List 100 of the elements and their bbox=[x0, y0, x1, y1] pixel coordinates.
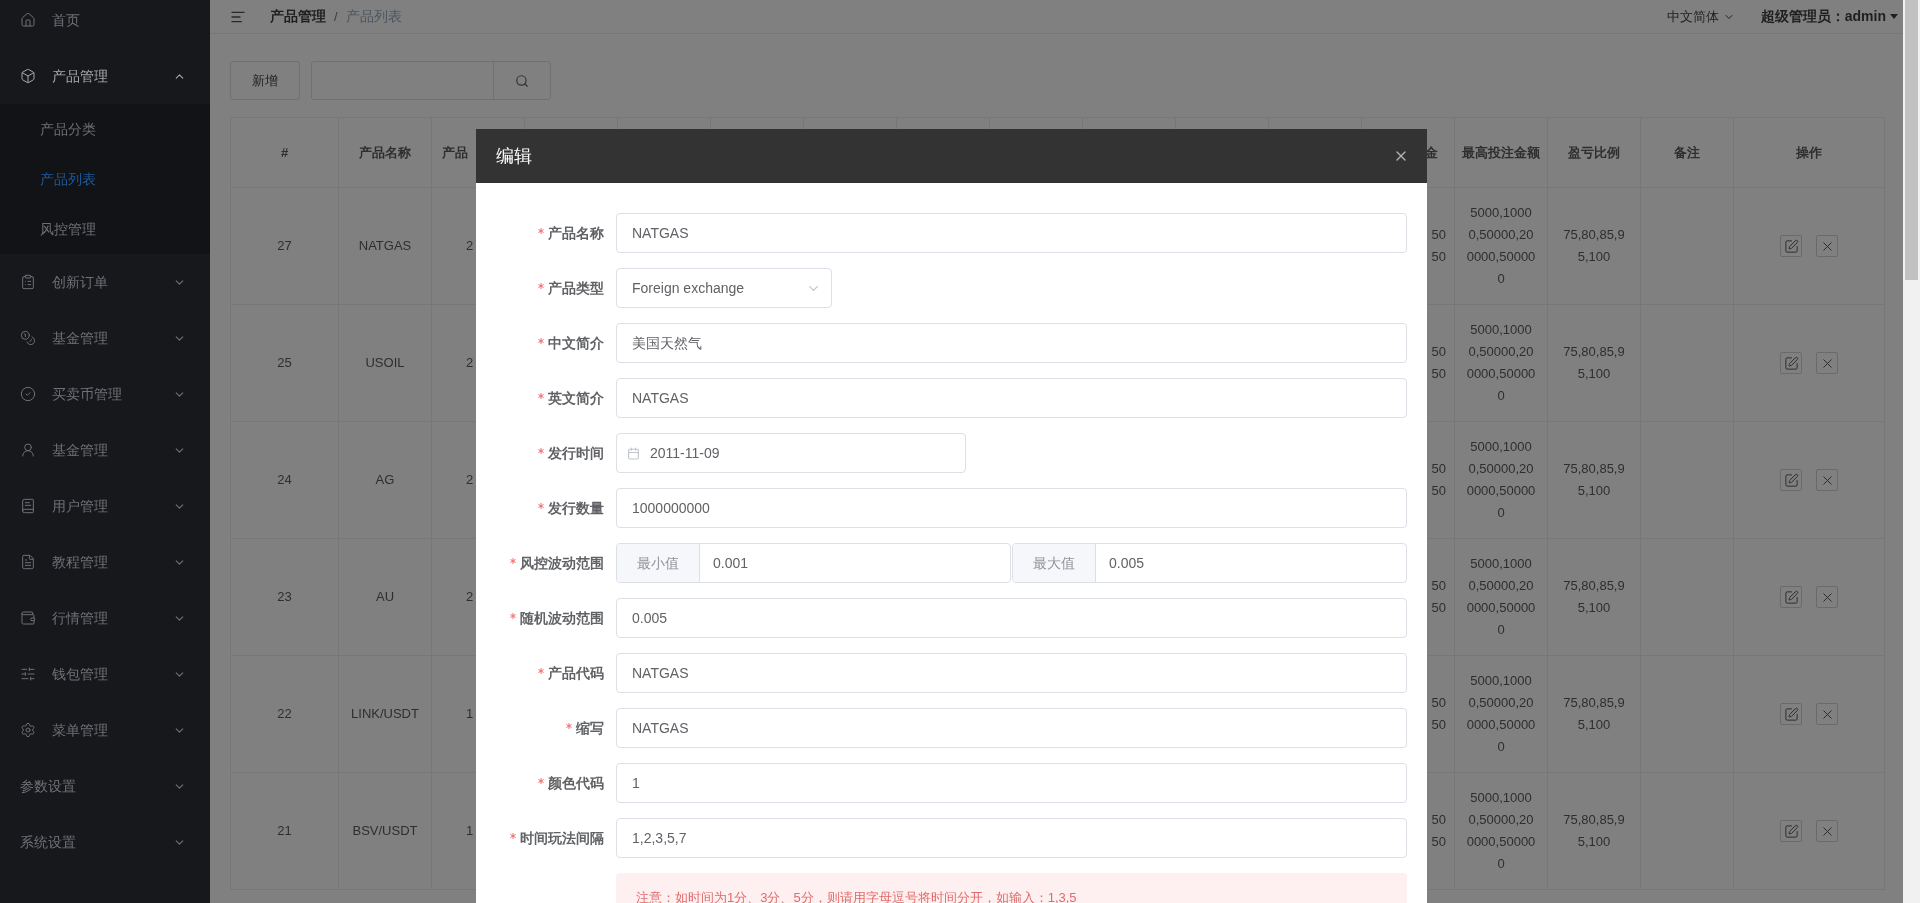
document-icon bbox=[20, 554, 36, 570]
edit-button[interactable] bbox=[1780, 352, 1802, 374]
table-cell-text: 75,80,85,95,100 bbox=[1562, 343, 1626, 383]
select-input[interactable]: Foreign exchange bbox=[616, 268, 832, 308]
column-header: 产品名称 bbox=[358, 143, 412, 162]
edit-icon bbox=[1783, 706, 1799, 722]
sidebar-item[interactable]: 教程管理 bbox=[0, 534, 210, 590]
table-cell-text: LINK/USDT bbox=[350, 705, 420, 724]
column-header: 最高投注金额 bbox=[1461, 143, 1541, 162]
table-cell-text: 50 bbox=[1431, 577, 1446, 595]
table-cell-text: 2 bbox=[466, 237, 474, 256]
input-prefix: 最大值 bbox=[1013, 544, 1096, 582]
table-cell-text: 50 bbox=[1431, 343, 1446, 361]
delete-button[interactable] bbox=[1816, 586, 1838, 608]
add-button[interactable]: 新增 bbox=[230, 61, 300, 100]
table-cell-text: AG bbox=[374, 471, 396, 490]
caret-down-icon bbox=[1890, 14, 1898, 19]
field-label: 产品代码 bbox=[548, 663, 604, 683]
table-cell-text: 2 bbox=[466, 354, 474, 373]
text-input[interactable]: NATGAS bbox=[616, 213, 1407, 253]
sidebar-item[interactable]: 用户管理 bbox=[0, 478, 210, 534]
edit-button[interactable] bbox=[1780, 820, 1802, 842]
field-label: 发行数量 bbox=[548, 498, 604, 518]
min-input[interactable]: 最小值 0.001 bbox=[616, 543, 1011, 583]
sidebar-item[interactable]: 基金管理 bbox=[0, 310, 210, 366]
edit-icon bbox=[1783, 589, 1799, 605]
table-cell-text: 50 bbox=[1431, 460, 1446, 478]
table-cell-text: 50 bbox=[1431, 365, 1446, 383]
edit-icon bbox=[1783, 238, 1799, 254]
table-cell-text: 50 bbox=[1431, 811, 1446, 829]
table-cell-text: 2 bbox=[466, 471, 474, 490]
edit-button[interactable] bbox=[1780, 469, 1802, 491]
text-input[interactable]: 0.005 bbox=[616, 598, 1407, 638]
text-input[interactable]: NATGAS bbox=[616, 378, 1407, 418]
sidebar-item[interactable]: 首页 bbox=[0, 0, 210, 48]
column-header: 备注 bbox=[1673, 143, 1701, 162]
delete-button[interactable] bbox=[1816, 352, 1838, 374]
language-dropdown[interactable]: 中文简体 bbox=[1666, 6, 1735, 27]
edit-icon bbox=[1783, 472, 1799, 488]
text-input[interactable]: NATGAS bbox=[616, 708, 1407, 748]
sidebar-subitem[interactable]: 产品列表 bbox=[0, 154, 210, 204]
sidebar-item[interactable]: 买卖币管理 bbox=[0, 366, 210, 422]
table-cell-text: 50 bbox=[1431, 226, 1446, 244]
text-input[interactable]: NATGAS bbox=[616, 653, 1407, 693]
max-input[interactable]: 最大值 0.005 bbox=[1012, 543, 1407, 583]
sidebar-item[interactable]: 系统设置 bbox=[0, 814, 210, 870]
edit-button[interactable] bbox=[1780, 235, 1802, 257]
calendar-icon bbox=[627, 446, 640, 460]
delete-button[interactable] bbox=[1816, 235, 1838, 257]
delete-button[interactable] bbox=[1816, 469, 1838, 491]
delete-button[interactable] bbox=[1816, 820, 1838, 842]
field-label: 缩写 bbox=[576, 718, 604, 738]
table-cell-text: 5000,10000,50000,200000,500000 bbox=[1465, 555, 1537, 639]
sidebar-item[interactable]: 钱包管理 bbox=[0, 646, 210, 702]
field-label: 产品名称 bbox=[548, 223, 604, 243]
search-field[interactable] bbox=[311, 61, 551, 100]
sidebar-item[interactable]: 菜单管理 bbox=[0, 702, 210, 758]
wallet-icon bbox=[20, 610, 36, 626]
column-header: 操作 bbox=[1795, 143, 1823, 162]
table-cell-text: 75,80,85,95,100 bbox=[1562, 226, 1626, 266]
field-label: 时间玩法间隔 bbox=[520, 828, 604, 848]
date-input[interactable]: 2011-11-09 bbox=[616, 433, 966, 473]
sidebar-subitem[interactable]: 风控管理 bbox=[0, 204, 210, 254]
text-input[interactable]: 美国天然气 bbox=[616, 323, 1407, 363]
sidebar-item[interactable]: 创新订单 bbox=[0, 254, 210, 310]
cube-icon bbox=[20, 68, 36, 84]
field-label: 随机波动范围 bbox=[520, 608, 604, 628]
sidebar-item[interactable]: 基金管理 bbox=[0, 422, 210, 478]
sidebar-item[interactable]: 产品管理 bbox=[0, 48, 210, 104]
column-header: 盈亏比例 bbox=[1567, 143, 1621, 162]
edit-button[interactable] bbox=[1780, 703, 1802, 725]
table-cell-text: 24 bbox=[277, 471, 292, 490]
breadcrumb-link[interactable]: 产品管理 bbox=[270, 6, 326, 27]
book-icon bbox=[20, 498, 36, 514]
user-icon bbox=[20, 442, 36, 458]
edit-button[interactable] bbox=[1780, 586, 1802, 608]
field-label: 风控波动范围 bbox=[520, 553, 604, 573]
edit-icon bbox=[1783, 823, 1799, 839]
delete-button[interactable] bbox=[1816, 703, 1838, 725]
check-circle-icon bbox=[20, 386, 36, 402]
text-input[interactable]: 1000000000 bbox=[616, 488, 1407, 528]
table-cell-text: 1 bbox=[466, 822, 474, 841]
sidebar-subitem[interactable]: 产品分类 bbox=[0, 104, 210, 154]
table-cell-text: 2 bbox=[466, 588, 474, 607]
coins-icon bbox=[20, 330, 36, 346]
sidebar-item[interactable]: 行情管理 bbox=[0, 590, 210, 646]
field-label: 中文简介 bbox=[548, 333, 604, 353]
field-label: 产品类型 bbox=[548, 278, 604, 298]
table-cell-text: 75,80,85,95,100 bbox=[1562, 577, 1626, 617]
user-dropdown[interactable]: 超级管理员：admin bbox=[1760, 6, 1898, 27]
table-cell-text: AU bbox=[374, 588, 396, 607]
table-cell-text: 21 bbox=[277, 822, 292, 841]
table-cell-text: 1 bbox=[466, 705, 474, 724]
text-input[interactable]: 1 bbox=[616, 763, 1407, 803]
table-cell-text: 50 bbox=[1431, 599, 1446, 617]
text-input[interactable]: 1,2,3,5,7 bbox=[616, 818, 1407, 858]
table-cell-text: 5000,10000,50000,200000,500000 bbox=[1465, 789, 1537, 873]
sidebar-item[interactable]: 参数设置 bbox=[0, 758, 210, 814]
breadcrumb-separator: / bbox=[334, 7, 338, 26]
column-header: 产品 bbox=[441, 143, 469, 162]
